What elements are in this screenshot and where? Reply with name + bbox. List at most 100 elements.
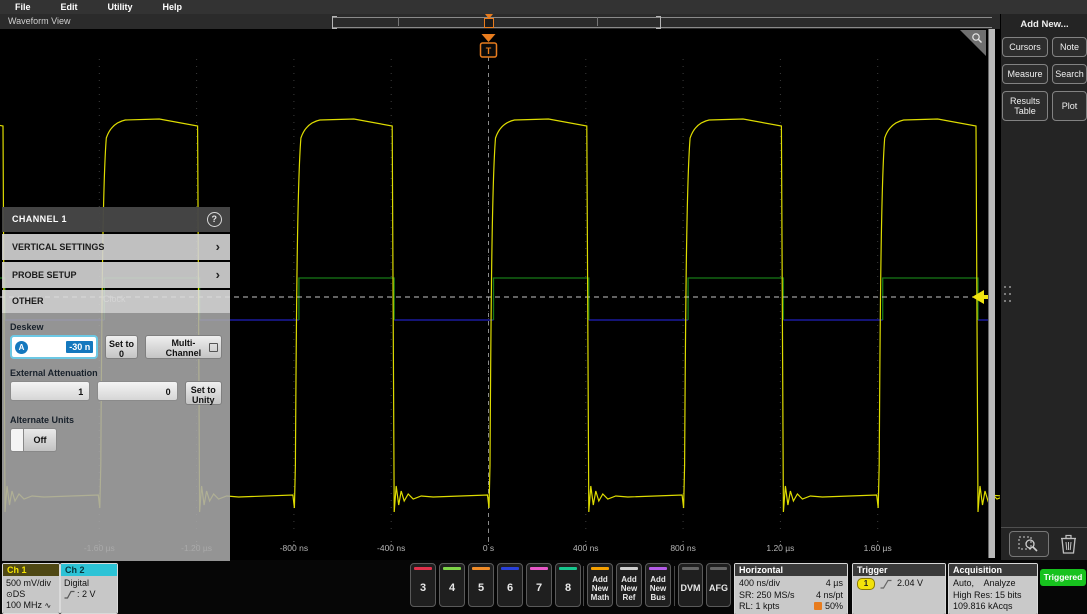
horizontal-panel-title: Horizontal (735, 564, 847, 576)
timeline-track[interactable] (332, 17, 992, 28)
add-measure-button[interactable]: Measure (1002, 64, 1048, 84)
threshold-slope-icon (64, 590, 75, 599)
acquisition-panel[interactable]: Acquisition Auto, Analyze High Res: 15 b… (948, 563, 1038, 614)
menu-help[interactable]: Help (148, 0, 198, 14)
waveform-view-titlebar: Waveform View (0, 14, 1000, 30)
add-new-buttons-group: Add New Math Add New Ref Add New Bus (587, 563, 671, 607)
panel-drag-handle[interactable] (1003, 280, 1011, 308)
channel-5-button[interactable]: 5 (468, 563, 494, 607)
svg-text:800 ns: 800 ns (670, 543, 696, 553)
channel-2-name: Ch 2 (61, 564, 117, 576)
channel-1-scale: 500 mV/div (6, 578, 56, 589)
svg-text:1.60 µs: 1.60 µs (864, 543, 892, 553)
menu-utility[interactable]: Utility (93, 0, 148, 14)
svg-text:T: T (486, 46, 492, 56)
channel-8-button[interactable]: 8 (555, 563, 581, 607)
add-search-button[interactable]: Search (1052, 64, 1087, 84)
attenuation-input-1[interactable]: 1 (10, 381, 90, 401)
channel-6-button[interactable]: 6 (497, 563, 523, 607)
channel-2-threshold: : 2 V (77, 589, 96, 600)
channel-4-button[interactable]: 4 (439, 563, 465, 607)
help-icon[interactable]: ? (207, 212, 222, 227)
bottom-status-bar: Ch 1 500 mV/div ⊙DS 100 MHz ∿ Ch 2 Digit… (0, 560, 1087, 614)
set-to-unity-button[interactable]: Set to Unity (185, 381, 222, 405)
multi-channel-label: Multi-Channel (161, 338, 205, 358)
deskew-value: -30 n (66, 341, 93, 353)
section-vertical-settings[interactable]: VERTICAL SETTINGS › (2, 234, 230, 260)
magnifier-icon (971, 32, 983, 44)
section-other-body: Deskew A -30 n Set to 0 Multi-Channel Ex… (2, 313, 230, 561)
timeline-window-left-cap[interactable] (332, 16, 337, 29)
acquisition-panel-title: Acquisition (949, 564, 1037, 576)
channel-1-bandwidth: 100 MHz (6, 600, 42, 610)
deskew-label: Deskew (10, 322, 222, 332)
add-new-bus-button[interactable]: Add New Bus (645, 563, 671, 607)
add-plot-button[interactable]: Plot (1052, 91, 1087, 121)
trigger-position-icon (814, 602, 822, 610)
horizontal-panel[interactable]: Horizontal 400 ns/div4 µs SR: 250 MS/s4 … (734, 563, 848, 614)
toggle-state-label: Off (24, 428, 57, 452)
sidebar-tools (1001, 527, 1087, 560)
trigger-source-badge: 1 (857, 578, 875, 590)
svg-text:0 s: 0 s (483, 543, 494, 553)
trigger-marker-box-icon (484, 18, 494, 28)
channel-1-coupling: DS (13, 589, 26, 599)
trigger-level: 2.04 V (897, 578, 923, 590)
zoom-overview-button[interactable] (1009, 531, 1049, 557)
expand-icon (209, 343, 218, 352)
trash-icon[interactable] (1060, 534, 1077, 554)
add-new-math-button[interactable]: Add New Math (587, 563, 613, 607)
add-new-title: Add New... (1001, 19, 1087, 30)
channel-buttons-group: 3 4 5 6 7 8 (410, 563, 581, 607)
toggle-knob (10, 428, 24, 452)
timeline-trigger-marker[interactable] (483, 14, 495, 29)
probe-icon: ⊙ (6, 590, 13, 599)
svg-text:-400 ns: -400 ns (377, 543, 405, 553)
oscilloscope-screen: File Edit Utility Help Waveform View Clo… (0, 0, 1087, 614)
timeline-tick (398, 17, 399, 26)
afg-button[interactable]: AFG (706, 563, 731, 607)
section-label: OTHER (12, 296, 44, 306)
menu-edit[interactable]: Edit (46, 0, 93, 14)
svg-text:1.20 µs: 1.20 µs (766, 543, 794, 553)
trigger-panel[interactable]: Trigger 1 2.04 V (852, 563, 946, 614)
attenuation-input-2[interactable]: 0 (97, 381, 177, 401)
dvm-button[interactable]: DVM (678, 563, 703, 607)
channel-7-button[interactable]: 7 (526, 563, 552, 607)
utility-buttons-group: DVM AFG (678, 563, 731, 607)
menu-file[interactable]: File (0, 0, 46, 14)
zoom-box-magnifier-icon (1018, 536, 1040, 552)
channel-1-name: Ch 1 (3, 564, 59, 576)
section-label: PROBE SETUP (12, 270, 77, 280)
alternate-units-toggle[interactable]: Off (10, 428, 222, 452)
channel-panel-title: CHANNEL 1 (12, 214, 67, 224)
add-new-sidebar: Add New... Cursors Note Measure Search R… (1000, 14, 1087, 560)
channel-1-config-panel: CHANNEL 1 ? VERTICAL SETTINGS › PROBE SE… (2, 207, 230, 555)
channel-1-badge[interactable]: Ch 1 500 mV/div ⊙DS 100 MHz ∿ (2, 563, 60, 614)
channel-2-mode: Digital (64, 578, 114, 589)
add-note-button[interactable]: Note (1052, 37, 1087, 57)
trigger-panel-title: Trigger (853, 564, 945, 576)
channel-panel-header[interactable]: CHANNEL 1 ? (2, 207, 230, 232)
bandwidth-icon: ∿ (45, 601, 52, 610)
timeline-tick (597, 17, 598, 26)
deskew-input[interactable]: A -30 n (10, 335, 98, 359)
rising-edge-icon (880, 579, 892, 589)
svg-text:-800 ns: -800 ns (280, 543, 308, 553)
timeline-window-right-cap[interactable] (656, 16, 661, 29)
knob-a-icon: A (15, 341, 28, 354)
channel-3-button[interactable]: 3 (410, 563, 436, 607)
add-results-table-button[interactable]: Results Table (1002, 91, 1048, 121)
waveform-vertical-scrollbar[interactable] (988, 29, 995, 558)
add-new-ref-button[interactable]: Add New Ref (616, 563, 642, 607)
multi-channel-button[interactable]: Multi-Channel (145, 335, 222, 359)
separator (583, 566, 584, 606)
zoom-corner-control[interactable] (960, 30, 986, 56)
section-probe-setup[interactable]: PROBE SETUP › (2, 262, 230, 288)
section-other[interactable]: OTHER (2, 290, 230, 313)
add-cursors-button[interactable]: Cursors (1002, 37, 1048, 57)
channel-2-badge[interactable]: Ch 2 Digital : 2 V (60, 563, 118, 614)
alternate-units-label: Alternate Units (10, 415, 222, 425)
chevron-right-icon: › (216, 234, 220, 260)
set-to-zero-button[interactable]: Set to 0 (105, 335, 138, 359)
